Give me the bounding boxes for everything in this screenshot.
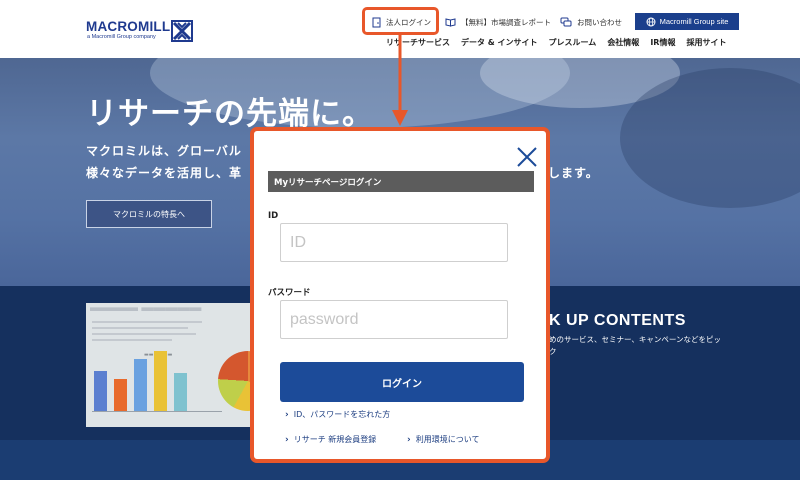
environment-link[interactable]: › 利用環境について [407,434,479,445]
report-thumbnail[interactable]: ▬▬▬▬ ▬▬▬▬▬ ▬▬▬▬▬▬ [86,303,262,427]
close-icon[interactable] [516,146,538,168]
macromill-logo[interactable]: MACROMILL a Macromill Group company [86,19,196,43]
password-label: パスワード [268,288,311,298]
chevron-right-icon: › [407,434,411,445]
id-input[interactable] [280,223,508,262]
nav-item-company[interactable]: 会社情報 [607,37,639,48]
chevron-right-icon: › [285,409,289,420]
register-link[interactable]: › リサーチ 新規会員登録 [285,434,376,445]
forgot-credentials-label: ID、パスワードを忘れた方 [293,410,391,419]
modal-heading: Myリサーチページログイン [268,171,534,192]
hero-description-line: 様々なデータを活用し、革 [86,166,243,180]
thumbnail-axis [92,411,222,412]
hero-description-line: マクロミルは、グローバル [86,144,242,158]
globe-icon [646,17,656,26]
nav-item-recruit[interactable]: 採用サイト [686,37,726,48]
thumbnail-bar [94,371,107,411]
id-label: ID [268,211,279,221]
register-label: リサーチ 新規会員登録 [293,435,377,444]
thumbnail-bar [154,351,167,411]
arrow-down-icon [392,34,408,126]
thumbnail-bar [114,379,127,411]
nav-item-data-insight[interactable]: データ & インサイト [461,37,538,48]
pickup-description: ク [549,347,557,356]
chat-icon [560,17,572,27]
thumbnail-text-line [92,321,202,323]
chevron-right-icon: › [285,434,289,445]
login-link-highlight [362,7,439,35]
pickup-description: めのサービス、セミナー、キャンペーンなどをピッ [549,335,722,344]
forgot-credentials-link[interactable]: › ID、パスワードを忘れた方 [285,409,390,420]
login-modal: Myリサーチページログイン ID パスワード ログイン › ID、パスワードを忘… [250,127,550,463]
nav-item-pressroom[interactable]: プレスルーム [549,37,597,48]
group-site-button[interactable]: Macromill Group site [635,13,739,30]
contact-label: お問い合わせ [577,17,622,27]
thumbnail-text-line [92,327,188,329]
thumbnail-text-line [92,339,172,341]
market-report-label: 【無料】市場調査レポート [461,17,551,27]
group-site-label: Macromill Group site [659,17,729,26]
logo-mark-icon [171,20,193,42]
pickup-title: K UP CONTENTS [549,312,686,329]
market-report-link[interactable]: 【無料】市場調査レポート [445,15,551,29]
main-navigation: リサーチサービス データ & インサイト プレスルーム 会社情報 IR情報 採用… [386,37,726,48]
login-button[interactable]: ログイン [280,362,524,402]
nav-item-ir[interactable]: IR情報 [650,37,675,48]
logo-tagline: a Macromill Group company [87,34,156,40]
thumbnail-bar [134,359,147,411]
environment-label: 利用環境について [415,435,480,444]
book-icon [445,18,456,27]
thumbnail-decoration: ▬▬▬▬ ▬▬▬▬▬ [90,303,202,314]
contact-link[interactable]: お問い合わせ [560,15,622,29]
logo-wordmark: MACROMILL [86,19,171,34]
hero-description-end: します。 [548,166,599,180]
thumbnail-bar [174,373,187,411]
features-button[interactable]: マクロミルの特長へ [86,200,212,228]
thumbnail-text-line [92,333,196,335]
password-input[interactable] [280,300,508,339]
